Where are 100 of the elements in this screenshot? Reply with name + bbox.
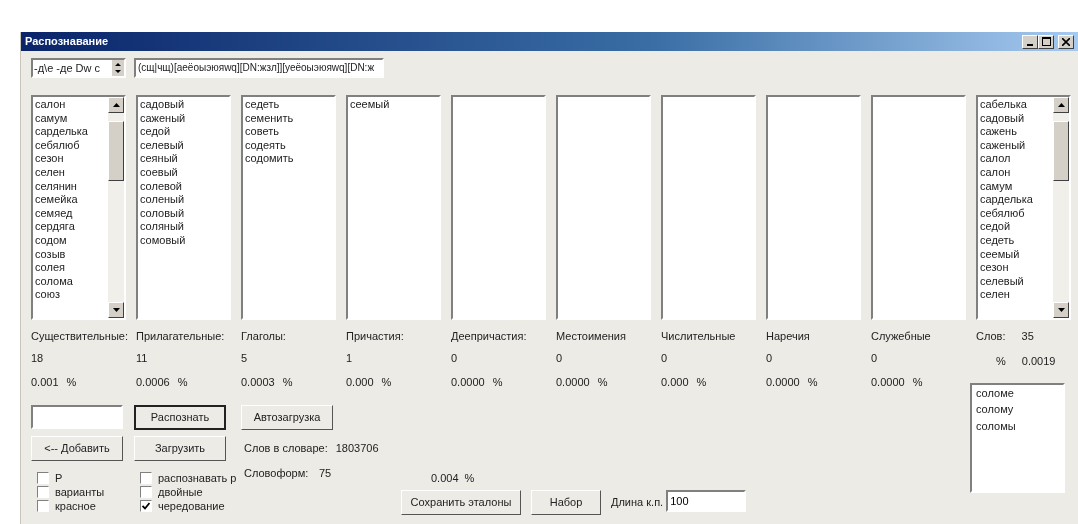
percent-value: 0.0019: [1021, 353, 1056, 369]
scrollbar[interactable]: [1053, 97, 1069, 318]
list-item[interactable]: селевый: [138, 138, 186, 153]
list-item[interactable]: себялюб: [33, 138, 88, 153]
checkbox[interactable]: [37, 485, 49, 498]
word-list[interactable]: [451, 95, 546, 320]
list-item[interactable]: себялюб: [978, 206, 1033, 221]
percent-value: 0.0003: [241, 375, 275, 390]
list-item[interactable]: соловый: [138, 206, 186, 221]
dictionary-label: Слов в словаре:: [244, 440, 328, 456]
list-item[interactable]: сезон: [33, 152, 88, 166]
button[interactable]: Распознать: [134, 404, 226, 430]
list-item[interactable]: семейка: [33, 193, 88, 207]
checkbox-label[interactable]: чередование: [158, 498, 225, 513]
button[interactable]: <-- Добавить: [31, 435, 123, 461]
list-item[interactable]: соляный: [138, 220, 186, 234]
list-item[interactable]: солому: [972, 401, 1063, 418]
list-item[interactable]: содом: [33, 233, 88, 248]
list-item[interactable]: сеемый: [978, 247, 1033, 262]
pattern-field[interactable]: (сщ|чщ)[аеёоыэюяwq][DN:жзл]][уеёоыэюяwq][DN:ж: [134, 58, 384, 78]
list-item[interactable]: советь: [243, 125, 294, 139]
list-item[interactable]: солома: [33, 274, 88, 289]
list-item[interactable]: соломе: [972, 384, 1063, 401]
list-item[interactable]: содомить: [243, 152, 294, 166]
count-value: 0: [661, 350, 669, 366]
button[interactable]: Набор: [531, 490, 601, 515]
list-item[interactable]: седой: [138, 125, 186, 139]
button[interactable]: Сохранить эталоны: [401, 490, 521, 515]
list-item[interactable]: сезон: [978, 261, 1033, 275]
list-item[interactable]: соломы: [972, 417, 1063, 434]
list-item[interactable]: семяед: [33, 206, 88, 221]
list-item[interactable]: сердяга: [33, 220, 88, 234]
list-item[interactable]: самум: [978, 179, 1033, 194]
word-input[interactable]: [31, 405, 123, 429]
list-item[interactable]: сарделька: [33, 125, 88, 139]
word-list[interactable]: седеть семенить советь содеять содомить: [241, 95, 336, 320]
word-list[interactable]: [661, 95, 756, 320]
checkbox-label[interactable]: Р: [55, 470, 63, 485]
minimize-button[interactable]: [1022, 34, 1038, 49]
list-item[interactable]: седой: [978, 220, 1033, 234]
minimize-icon: [1027, 43, 1033, 46]
list-item[interactable]: созыв: [33, 247, 88, 262]
list-item[interactable]: соленый: [138, 193, 186, 207]
word-list[interactable]: [556, 95, 651, 320]
checkbox[interactable]: [37, 471, 49, 484]
scrollbar[interactable]: [108, 97, 124, 318]
checkbox[interactable]: [37, 499, 49, 512]
list-item[interactable]: самум: [33, 111, 88, 126]
word-list[interactable]: [766, 95, 861, 320]
maximize-button[interactable]: [1038, 34, 1054, 49]
checkbox-label[interactable]: красное: [55, 498, 96, 513]
list-item[interactable]: солея: [33, 261, 88, 275]
list-item[interactable]: солевой: [138, 179, 186, 194]
list-item[interactable]: сеяный: [138, 152, 186, 166]
close-icon: [1062, 37, 1070, 46]
wordforms-label: Словоформ:: [244, 465, 310, 481]
list-item[interactable]: селянин: [33, 179, 88, 194]
list-item[interactable]: союз: [33, 288, 88, 302]
list-item[interactable]: садовый: [978, 111, 1033, 126]
chain-length-field[interactable]: 100: [666, 489, 747, 512]
all-words-list[interactable]: сабелька садовый сажень саженый салол салон самум сарделька себялюб седой седеть сеемый сезон селевый селен: [976, 95, 1071, 320]
button[interactable]: Загрузить: [134, 435, 226, 461]
close-button[interactable]: [1058, 34, 1074, 49]
checkbox[interactable]: [140, 471, 152, 484]
list-item[interactable]: сеемый: [348, 98, 390, 112]
checkbox[interactable]: [140, 499, 152, 512]
words-count: 35: [1021, 329, 1034, 344]
percent-sign: %: [66, 375, 77, 390]
list-item[interactable]: селен: [33, 165, 88, 180]
list-item[interactable]: сарделька: [978, 193, 1033, 207]
list-item[interactable]: салон: [33, 98, 88, 112]
word-list[interactable]: сеемый: [346, 95, 441, 320]
list-item[interactable]: содеять: [243, 138, 294, 153]
pattern-spinner[interactable]: -д\е -де Dw c: [31, 58, 126, 78]
button[interactable]: Автозагрузка: [241, 404, 333, 430]
list-item[interactable]: садовый: [138, 98, 186, 112]
list-item[interactable]: салон: [978, 165, 1033, 180]
checkbox-label[interactable]: варианты: [55, 484, 105, 499]
list-item[interactable]: сажень: [978, 125, 1033, 139]
list-item[interactable]: седеть: [243, 98, 294, 112]
checkbox-label[interactable]: распознавать р: [158, 470, 237, 485]
list-item[interactable]: селевый: [978, 274, 1033, 289]
list-item[interactable]: салол: [978, 152, 1033, 166]
list-item[interactable]: соевый: [138, 165, 186, 180]
word-list[interactable]: садовый саженый седой селевый сеяный соевый солевой соленый соловый соляный сомовый: [136, 95, 231, 320]
list-item[interactable]: сабелька: [978, 98, 1033, 112]
checkbox[interactable]: [140, 485, 152, 498]
percent-value: 0.000: [661, 375, 689, 390]
list-item[interactable]: саженый: [978, 138, 1033, 153]
category-label: Существительные:: [31, 329, 126, 344]
word-forms-list[interactable]: соломе солому соломы: [970, 382, 1065, 493]
word-list[interactable]: [871, 95, 966, 320]
checkbox-label[interactable]: двойные: [158, 484, 203, 499]
word-list[interactable]: салон самум сарделька себялюб сезон селен селянин семейка семяед сердяга содом созыв солея солома союз: [31, 95, 126, 320]
list-item[interactable]: семенить: [243, 111, 294, 126]
category-label: Наречия: [766, 329, 811, 344]
list-item[interactable]: селен: [978, 288, 1033, 302]
list-item[interactable]: саженый: [138, 111, 186, 126]
list-item[interactable]: седеть: [978, 233, 1033, 248]
list-item[interactable]: сомовый: [138, 233, 186, 248]
